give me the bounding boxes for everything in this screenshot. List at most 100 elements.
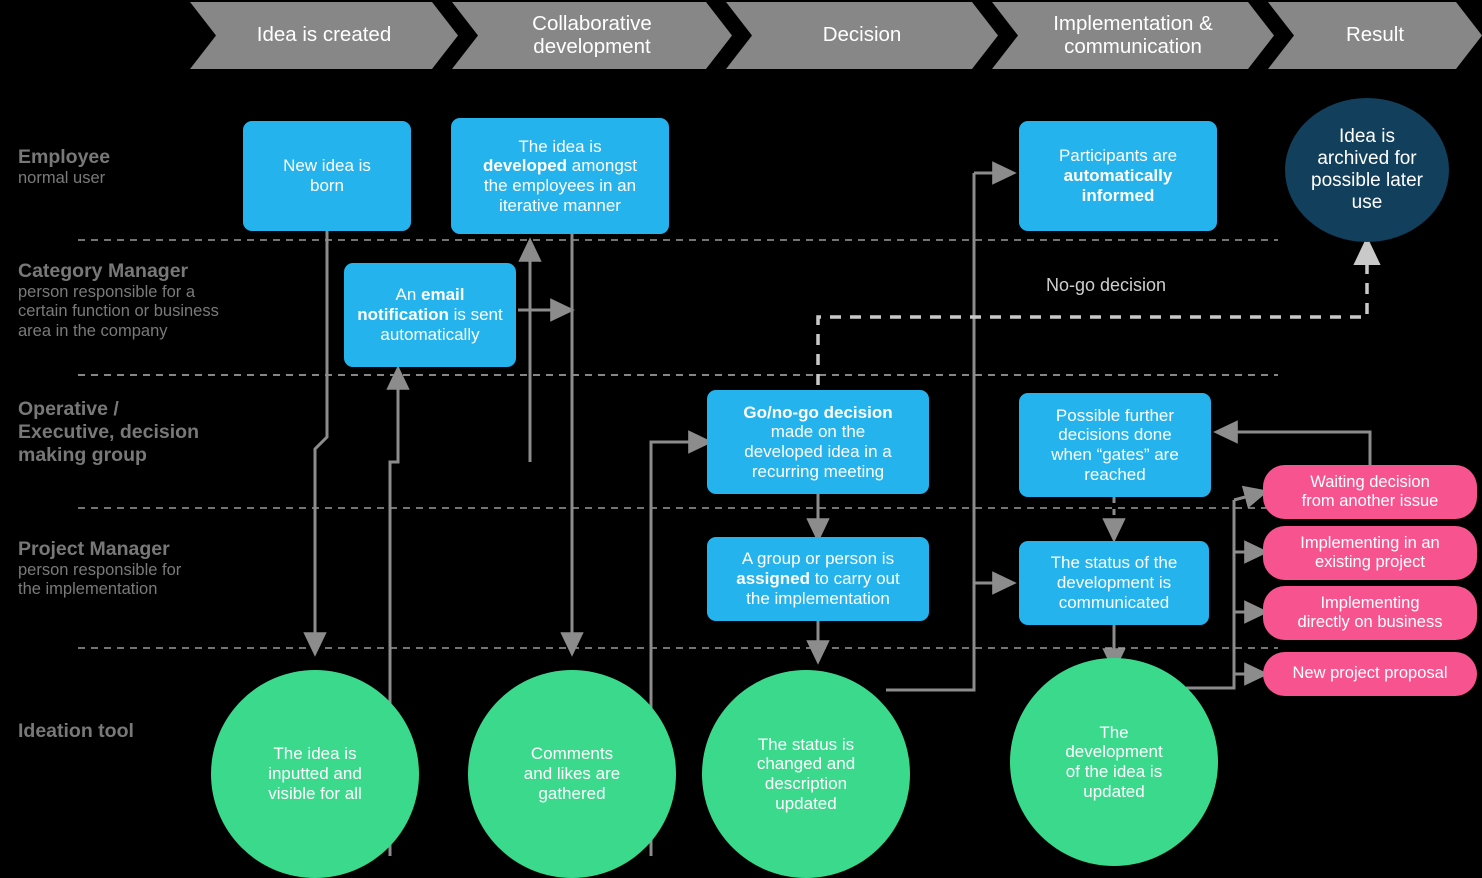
node-implementing-existing-project[interactable]: Implementing in an existing project — [1263, 526, 1477, 580]
phase-result: Result — [1268, 2, 1482, 69]
node-text-line1: Waiting decision — [1310, 472, 1430, 491]
node-text-line3: developed idea in a — [744, 442, 892, 461]
node-text-rest: to carry out — [809, 569, 900, 589]
node-text-line1: A group or person is — [741, 549, 895, 569]
node-email-notification[interactable]: An email notification is sent automatica… — [344, 263, 516, 367]
node-text-line2: from another issue — [1301, 492, 1439, 510]
node-text-line4: reached — [1084, 464, 1146, 484]
node-implementing-directly-business[interactable]: Implementing directly on business — [1263, 586, 1477, 640]
node-text-line3: the employees in an — [483, 176, 637, 195]
node-text-line1: New idea is — [283, 156, 371, 176]
node-text-bold: automatically informed — [1063, 166, 1173, 205]
lane-title-line2: Executive, decision — [18, 421, 199, 443]
node-text-line2: development — [1065, 742, 1163, 762]
node-text-bold: Go/no-go decision — [743, 402, 893, 422]
node-idea-developed[interactable]: The idea is developed amongst the employ… — [451, 118, 669, 234]
node-text-line1: The status of the — [1050, 553, 1178, 573]
node-text-line2: directly on business — [1297, 613, 1443, 631]
diagram-canvas: Idea is created Collaborative developmen… — [0, 0, 1482, 878]
node-text-line3: when “gates” are — [1051, 445, 1179, 464]
phase-label: Idea is created — [256, 23, 392, 47]
lane-title: Employee — [18, 146, 111, 168]
phase-implementation-communication: Implementation & communication — [992, 2, 1274, 69]
node-text-line2: decisions done — [1058, 425, 1172, 445]
node-participants-informed[interactable]: Participants are automatically informed — [1019, 121, 1217, 231]
phase-decision: Decision — [726, 2, 998, 69]
lane-label-employee: Employee normal user — [18, 146, 110, 188]
node-group-assigned[interactable]: A group or person is assigned to carry o… — [707, 537, 929, 621]
phase-label-line1: Collaborative — [532, 11, 652, 35]
lane-subtitle-line2: certain function or business — [18, 302, 219, 321]
node-text-line2: development is — [1056, 573, 1172, 593]
node-new-idea-is-born[interactable]: New idea is born — [243, 121, 411, 231]
node-idea-inputted-visible[interactable]: The idea is inputted and visible for all — [211, 670, 419, 878]
node-text-line1: Implementing — [1320, 593, 1420, 612]
phase-collaborative-development: Collaborative development — [452, 2, 732, 69]
node-text-line1: The status is — [757, 734, 855, 754]
node-status-communicated[interactable]: The status of the development is communi… — [1019, 541, 1209, 625]
phase-label: Result — [1345, 23, 1405, 47]
lane-title-line3: making group — [18, 444, 147, 466]
lane-title-line1: Operative / — [18, 398, 119, 420]
node-text-line2: inputted and — [268, 764, 362, 784]
phase-idea-is-created: Idea is created — [190, 2, 458, 69]
node-go-no-go-decision[interactable]: Go/no-go decision made on the developed … — [707, 390, 929, 494]
lane-label-operative-executive: Operative / Executive, decision making g… — [18, 398, 199, 467]
lane-title: Ideation tool — [18, 720, 134, 742]
lane-subtitle: normal user — [18, 169, 106, 187]
lane-title: Category Manager — [18, 260, 189, 282]
node-text-line4: updated — [775, 793, 837, 813]
node-text-line4: iterative manner — [499, 195, 621, 215]
node-text-rest: amongst — [567, 156, 638, 176]
node-comments-likes-gathered[interactable]: Comments and likes are gathered — [468, 670, 676, 878]
node-waiting-decision[interactable]: Waiting decision from another issue — [1263, 465, 1477, 519]
edge-label-no-go-decision: No-go decision — [1046, 275, 1167, 295]
node-text-line1: The — [1099, 722, 1129, 742]
lane-label-project-manager: Project Manager person responsible for t… — [18, 538, 181, 600]
phase-label-line1: Implementation & — [1053, 11, 1213, 35]
node-development-of-idea-updated[interactable]: The development of the idea is updated — [1010, 658, 1218, 866]
node-text-line2: and likes are — [523, 764, 621, 784]
node-text-line3: possible later — [1311, 170, 1423, 191]
lane-label-category-manager: Category Manager person responsible for … — [18, 260, 219, 341]
node-text-line2: archived for — [1317, 147, 1417, 169]
lane-subtitle-line2: the implementation — [18, 580, 158, 599]
lane-subtitle-line1: person responsible for — [18, 561, 182, 579]
phase-label: Decision — [822, 23, 902, 47]
node-text-line4: updated — [1083, 781, 1145, 801]
edge-new-idea-to-inputted — [303, 230, 329, 657]
node-text-line1: The idea is — [518, 136, 602, 156]
node-text-line1: Idea is — [1339, 125, 1395, 147]
node-text-line3: the implementation — [746, 588, 890, 608]
node-text-line1: The idea is — [273, 744, 357, 764]
node-text-line3: communicated — [1058, 592, 1170, 612]
node-text-line1: Participants are — [1058, 146, 1178, 166]
node-text-line1: Comments — [530, 744, 614, 764]
node-text-line1: Possible further — [1055, 405, 1175, 425]
node-text-line1: New project proposal — [1292, 664, 1448, 683]
node-text-line2: made on the — [770, 422, 866, 442]
node-text-bold: developed — [482, 156, 568, 176]
node-text-line3: gathered — [538, 783, 606, 803]
phase-label-line2: development — [533, 34, 651, 58]
node-text-line2: born — [309, 176, 345, 195]
node-text-line2: changed and — [756, 754, 856, 774]
node-text-line4: use — [1351, 192, 1383, 214]
phase-label-line2: communication — [1064, 34, 1202, 58]
node-text-line2: existing project — [1314, 553, 1426, 571]
edge-trunk-to-waiting — [1233, 485, 1269, 509]
node-new-project-proposal[interactable]: New project proposal — [1263, 652, 1477, 696]
node-text-line3: visible for all — [268, 783, 362, 803]
lane-label-ideation-tool: Ideation tool — [18, 720, 134, 743]
node-text-pre: An — [395, 285, 422, 305]
edge-waiting-to-gates — [1213, 420, 1372, 468]
node-idea-archived[interactable]: Idea is archived for possible later use — [1285, 98, 1449, 242]
node-possible-further-decisions[interactable]: Possible further decisions done when “ga… — [1019, 393, 1211, 497]
node-text-line3: of the idea is — [1065, 762, 1163, 781]
node-status-changed-description[interactable]: The status is changed and description up… — [702, 670, 910, 878]
lane-subtitle-line1: person responsible for a — [18, 283, 196, 301]
node-text-line1: Implementing in an — [1300, 533, 1440, 552]
node-text-bold: assigned — [736, 569, 810, 589]
node-text-line4: recurring meeting — [751, 461, 885, 481]
lane-title: Project Manager — [18, 538, 170, 560]
